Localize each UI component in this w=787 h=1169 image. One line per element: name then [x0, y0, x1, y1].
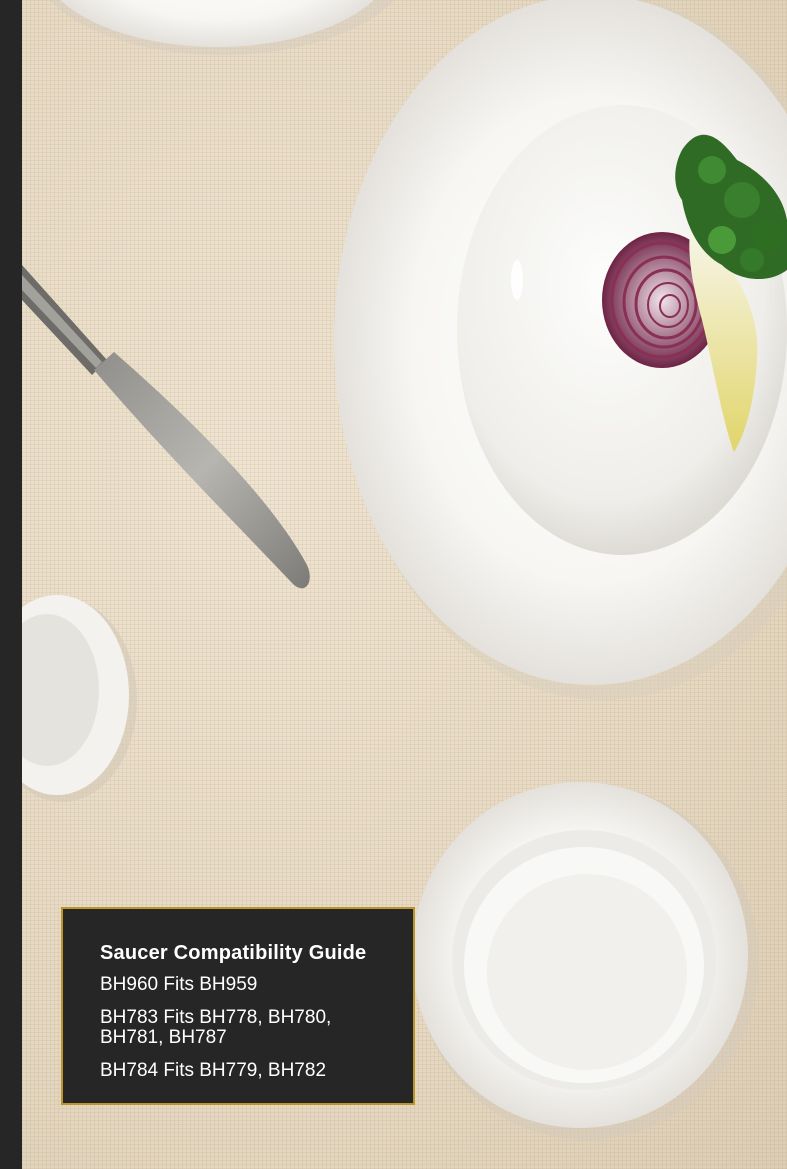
bowl-on-saucer-icon [412, 782, 759, 1140]
guide-title: Saucer Compatibility Guide [100, 942, 367, 964]
guide-line-bh960: BH960 Fits BH959 [100, 974, 258, 995]
page: Saucer Compatibility Guide BH960 Fits BH… [0, 0, 787, 1169]
guide-line-bh783: BH783 Fits BH778, BH780, BH781, BH787 [100, 1008, 393, 1048]
guide-line-bh783-part2: BH781, BH787 [100, 1027, 227, 1048]
guide-line-bh784: BH784 Fits BH779, BH782 [100, 1060, 327, 1081]
top-plate [49, 0, 395, 55]
saucer-compatibility-guide: Saucer Compatibility Guide BH960 Fits BH… [61, 907, 415, 1105]
side-bowl-icon [22, 595, 137, 802]
guide-line-bh783-part1: BH783 Fits BH778, BH780, [100, 1007, 332, 1028]
knife-icon [22, 265, 310, 589]
